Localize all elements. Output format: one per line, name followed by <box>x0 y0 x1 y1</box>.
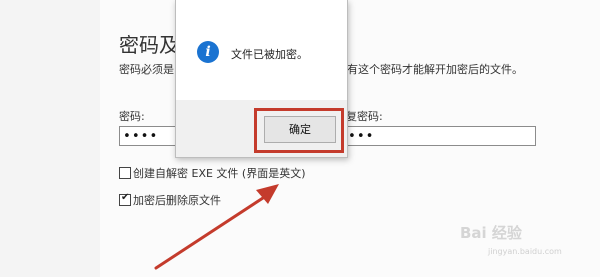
watermark-subtext: jingyan.baidu.com <box>488 247 562 256</box>
watermark-text: Bai 经验 <box>460 224 522 242</box>
watermark: Bai 经验 <box>460 222 522 243</box>
